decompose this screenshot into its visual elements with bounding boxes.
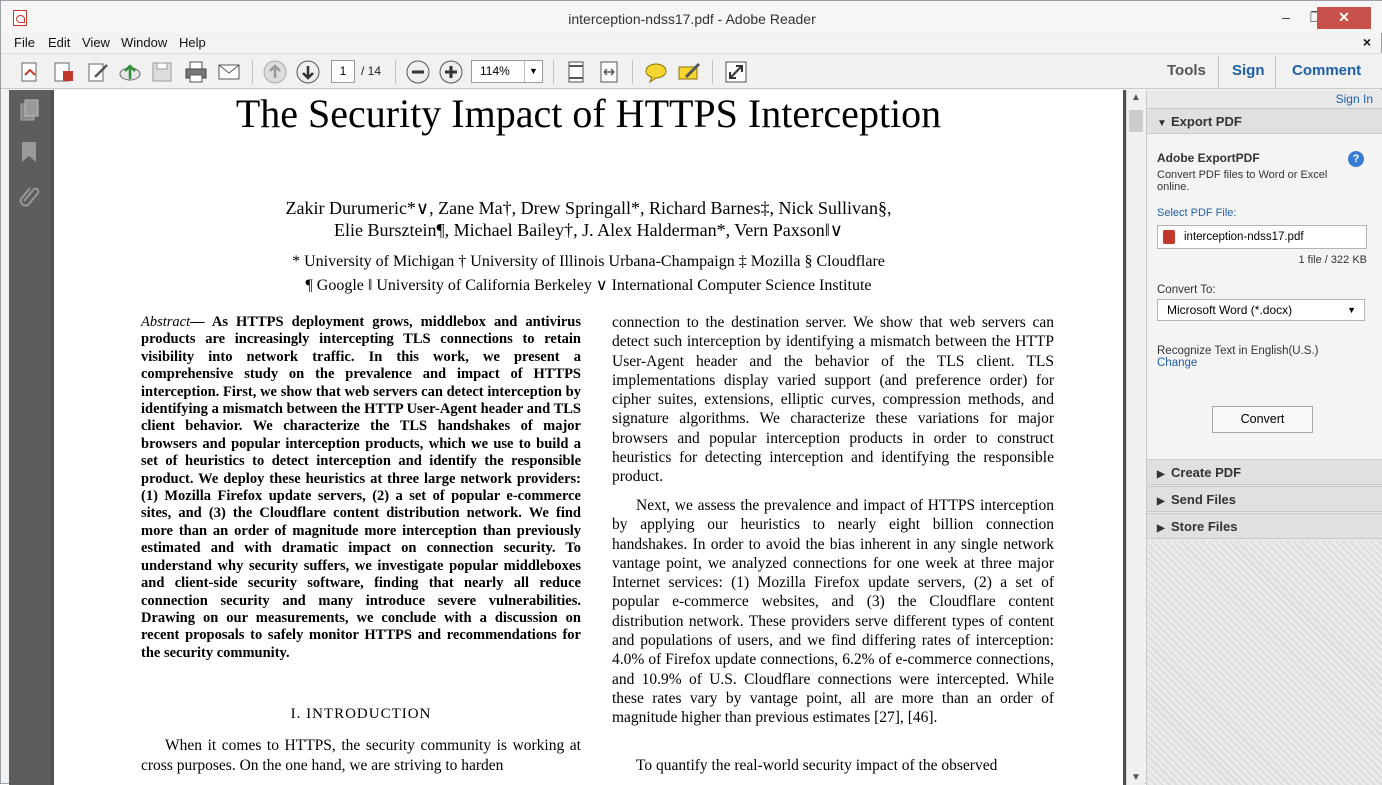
affiliations-line-2: ¶ Google ‖ University of California Berk… xyxy=(305,277,872,294)
email-icon[interactable] xyxy=(216,59,242,85)
fullscreen-icon[interactable] xyxy=(723,59,749,85)
convert-button[interactable]: Convert xyxy=(1212,406,1313,433)
attachments-icon[interactable] xyxy=(18,183,42,207)
pdf-page: The Security Impact of HTTPS Interceptio… xyxy=(54,90,1123,785)
affiliations-line-1: * University of Michigan † University of… xyxy=(292,253,885,270)
sign-in-link[interactable]: Sign In xyxy=(1336,92,1373,106)
menu-window[interactable]: Window xyxy=(121,35,167,50)
menu-help[interactable]: Help xyxy=(179,35,206,50)
bookmarks-icon[interactable] xyxy=(18,140,42,164)
page-down-icon[interactable] xyxy=(295,59,321,85)
intro-paragraph: When it comes to HTTPS, the security com… xyxy=(141,737,581,774)
navigation-pane xyxy=(9,90,51,785)
abstract-text: — As HTTPS deployment grows, middlebox a… xyxy=(141,314,581,661)
convert-format-select[interactable]: Microsoft Word (*.docx) ▼ xyxy=(1157,299,1365,321)
convert-to-label: Convert To: xyxy=(1157,284,1216,296)
export-pdf-label: Export PDF xyxy=(1171,114,1242,129)
title-bar: interception-ndss17.pdf - Adobe Reader –… xyxy=(1,1,1382,33)
vertical-scrollbar[interactable]: ▲ ▼ xyxy=(1126,90,1145,785)
menu-file[interactable]: File xyxy=(14,35,35,50)
window-title: interception-ndss17.pdf - Adobe Reader xyxy=(568,11,816,27)
save-icon[interactable] xyxy=(149,59,175,85)
abstract: Abstract— As HTTPS deployment grows, mid… xyxy=(141,314,581,662)
selected-file-name: interception-ndss17.pdf xyxy=(1184,231,1304,243)
fit-width-icon[interactable] xyxy=(596,59,622,85)
store-files-label: Store Files xyxy=(1171,519,1238,534)
change-language-link[interactable]: Change xyxy=(1157,357,1197,369)
tools-panel: Sign In ▼ Export PDF Adobe ExportPDF ? Co… xyxy=(1146,90,1382,785)
minimize-button[interactable]: – xyxy=(1271,7,1301,29)
close-document-button[interactable]: × xyxy=(1363,34,1371,50)
select-pdf-file-label: Select PDF File: xyxy=(1157,207,1237,219)
zoom-out-icon[interactable] xyxy=(405,59,431,85)
toolbar: 1 / 14 114% ▼ Tools Sign Comment xyxy=(1,53,1382,89)
menu-edit[interactable]: Edit xyxy=(48,35,70,50)
pdf-file-icon xyxy=(1163,230,1175,244)
adobe-reader-window: interception-ndss17.pdf - Adobe Reader –… xyxy=(0,0,1382,785)
store-files-header[interactable]: ▶ Store Files xyxy=(1147,513,1382,539)
send-files-header[interactable]: ▶ Send Files xyxy=(1147,486,1382,512)
chevron-right-icon: ▶ xyxy=(1157,496,1165,507)
print-icon[interactable] xyxy=(183,59,209,85)
zoom-value: 114% xyxy=(480,64,510,78)
scroll-down-icon[interactable]: ▼ xyxy=(1127,772,1145,783)
create-pdf-header[interactable]: ▶ Create PDF xyxy=(1147,459,1382,485)
selected-file[interactable]: interception-ndss17.pdf xyxy=(1157,225,1367,249)
send-files-label: Send Files xyxy=(1171,492,1237,507)
menu-view[interactable]: View xyxy=(82,35,110,50)
file-info: 1 file / 322 KB xyxy=(1298,254,1368,266)
upload-icon[interactable] xyxy=(117,59,143,85)
edit-pdf-icon[interactable] xyxy=(85,59,111,85)
chevron-down-icon: ▼ xyxy=(1347,305,1356,315)
chevron-right-icon: ▶ xyxy=(1157,469,1165,480)
section-heading: I. INTRODUCTION xyxy=(290,706,432,722)
scroll-up-icon[interactable]: ▲ xyxy=(1127,92,1145,103)
zoom-select[interactable]: 114% ▼ xyxy=(471,60,543,83)
fit-page-icon[interactable] xyxy=(563,59,589,85)
paper-title: The Security Impact of HTTPS Interceptio… xyxy=(235,91,942,136)
panel-empty-area xyxy=(1147,541,1382,785)
chevron-down-icon: ▼ xyxy=(1157,118,1167,129)
page-up-icon[interactable] xyxy=(262,59,288,85)
tab-comment[interactable]: Comment xyxy=(1292,62,1361,79)
chevron-right-icon: ▶ xyxy=(1157,523,1165,534)
authors-line-1: Zakir Durumeric*∨, Zane Ma†, Drew Spring… xyxy=(285,198,892,218)
column2-paragraph-3: To quantify the real-world security impa… xyxy=(636,757,998,774)
document-viewport[interactable]: The Security Impact of HTTPS Interceptio… xyxy=(51,90,1126,785)
column2-paragraph-1: connection to the destination server. We… xyxy=(612,314,1054,486)
page-thumbnails-icon[interactable] xyxy=(18,98,42,122)
create-pdf-icon[interactable] xyxy=(17,59,43,85)
authors-line-2: Elie Bursztein¶, Michael Bailey†, J. Ale… xyxy=(334,220,843,240)
export-pdf-icon[interactable] xyxy=(51,59,77,85)
scrollbar-thumb[interactable] xyxy=(1129,110,1143,132)
help-icon[interactable]: ? xyxy=(1348,151,1364,167)
sticky-note-icon[interactable] xyxy=(643,59,669,85)
close-button[interactable]: ✕ xyxy=(1317,7,1371,29)
recognize-text-label: Recognize Text in English(U.S.) xyxy=(1157,345,1319,357)
export-pdf-header[interactable]: ▼ Export PDF xyxy=(1147,108,1382,134)
page-number-input[interactable]: 1 xyxy=(331,60,355,83)
column2-paragraph-2: Next, we assess the prevalence and impac… xyxy=(612,497,1054,727)
zoom-in-icon[interactable] xyxy=(438,59,464,85)
adobe-exportpdf-title: Adobe ExportPDF xyxy=(1157,151,1260,165)
convert-format-value: Microsoft Word (*.docx) xyxy=(1167,303,1293,317)
tab-sign[interactable]: Sign xyxy=(1232,62,1265,79)
page-total: / 14 xyxy=(361,64,382,78)
export-description: Convert PDF files to Word or Excel onlin… xyxy=(1157,169,1328,193)
menu-bar: File Edit View Window Help × xyxy=(1,33,1382,53)
abstract-label: Abstract xyxy=(141,314,191,330)
export-pdf-section: Adobe ExportPDF ? Convert PDF files to W… xyxy=(1147,134,1382,461)
tab-tools[interactable]: Tools xyxy=(1167,62,1206,79)
highlight-icon[interactable] xyxy=(676,59,702,85)
create-pdf-label: Create PDF xyxy=(1171,465,1242,480)
chevron-down-icon[interactable]: ▼ xyxy=(524,61,542,82)
